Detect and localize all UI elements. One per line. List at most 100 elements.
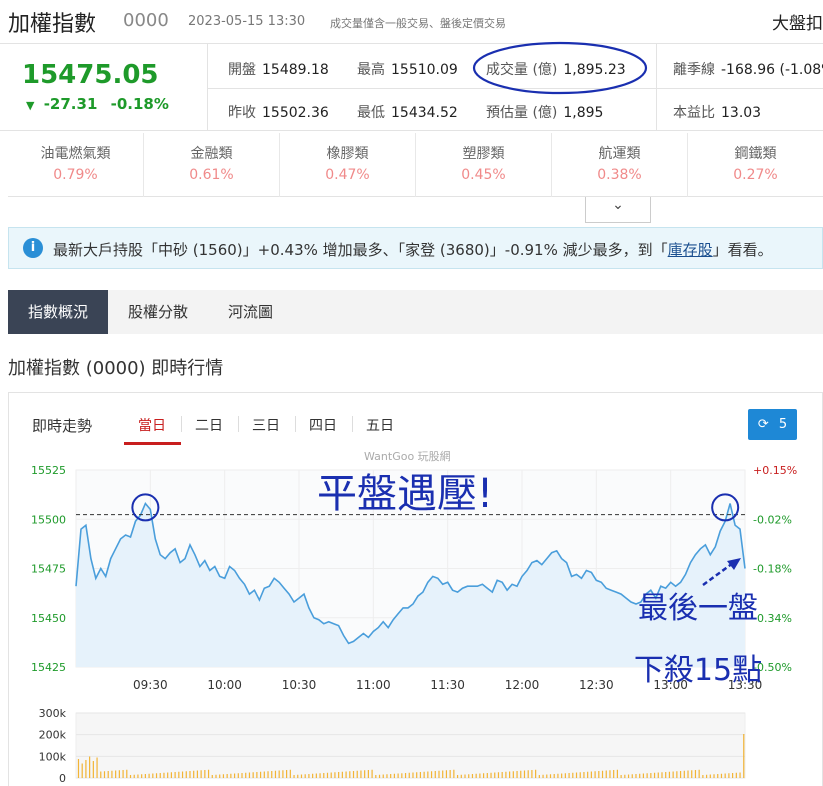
volume-bar <box>181 771 184 778</box>
volume-bar <box>126 769 128 778</box>
volume-bar <box>174 772 176 778</box>
volume-bar <box>516 771 518 778</box>
intraday-chart: 15525 +0.15% 15500 -0.02% 15475 -0.18% 15450 -0… <box>31 464 797 785</box>
volume-bar <box>416 772 418 778</box>
volume-bar <box>713 774 715 778</box>
sector-name: 油電燃氣類 <box>40 146 111 162</box>
volume-bar <box>653 772 656 778</box>
volume-bar <box>505 771 507 778</box>
last-price: 15475.05 <box>22 60 159 90</box>
volume-bar <box>408 772 410 778</box>
volume-bar <box>705 774 708 778</box>
volume-bar <box>141 774 143 778</box>
volume-bar <box>107 771 109 778</box>
volume-bar <box>334 772 336 778</box>
x-tick-label: 10:00 <box>207 678 242 692</box>
volume-bar <box>453 769 455 778</box>
x-tick-label: 09:30 <box>133 678 168 692</box>
volume-bar <box>442 770 444 778</box>
sector-name: 塑膠類 <box>462 146 505 162</box>
right-header-link[interactable]: 大盤扣 <box>772 9 823 34</box>
y-tick-label: 15500 <box>31 513 66 526</box>
volume-bar <box>237 773 239 778</box>
y-tick-label: 15525 <box>31 464 66 477</box>
volume-bar <box>557 773 559 778</box>
sector-card[interactable]: 橡膠類 0.47% <box>280 133 416 197</box>
volume-bar <box>341 771 343 778</box>
tab-day-5[interactable]: 五日 <box>366 415 394 435</box>
volume-bar <box>345 771 347 778</box>
sector-card[interactable]: 油電燃氣類 0.79% <box>8 133 144 197</box>
volume-bar <box>77 759 80 778</box>
tab-day-4[interactable]: 四日 <box>309 415 337 435</box>
active-tab-underline <box>124 442 181 445</box>
refresh-button[interactable]: ⟳ 5 <box>748 409 797 440</box>
x-tick-label: 11:30 <box>430 678 465 692</box>
tab-day-2[interactable]: 二日 <box>195 415 223 435</box>
volume-bar <box>170 772 172 778</box>
volume-bar <box>360 770 362 778</box>
volume-bar <box>378 774 381 778</box>
volume-bar <box>728 773 730 778</box>
volume-bar <box>683 770 685 778</box>
volume-bar <box>419 772 422 778</box>
sector-card[interactable]: 金融類 0.61% <box>144 133 280 197</box>
refresh-icon: ⟳ <box>757 417 769 432</box>
volume-bar <box>297 774 299 778</box>
sector-card[interactable]: 航運類 0.38% <box>552 133 688 197</box>
tab-river-chart[interactable]: 河流圖 <box>208 290 293 334</box>
volume-bar <box>702 775 704 778</box>
expand-sectors-button[interactable]: ⌄ <box>585 197 651 223</box>
sector-card[interactable]: 鋼鐵類 0.27% <box>688 133 823 197</box>
y-pct-tick-label: -0.34% <box>753 612 792 625</box>
volume-bar <box>129 775 132 778</box>
sector-name: 航運類 <box>598 146 641 162</box>
volume-bar <box>531 770 533 778</box>
volume-bar <box>256 772 258 778</box>
volume-bar <box>308 774 310 778</box>
annotation-last-tick-1: 最後一盤 <box>638 591 758 626</box>
volume-bar <box>564 773 566 778</box>
volume-bar <box>720 773 723 778</box>
volume-bar <box>259 771 262 778</box>
annotation-circle-volume <box>472 41 648 95</box>
stat-pe-ratio: 本益比 13.03 <box>673 105 762 121</box>
tab-index-overview[interactable]: 指數概況 <box>8 290 109 334</box>
volume-bar <box>356 770 358 778</box>
volume-bar <box>549 774 552 778</box>
volume-tick-label: 100k <box>39 750 67 763</box>
volume-bar <box>561 773 563 778</box>
volume-bar <box>635 774 637 778</box>
annotation-resistance: 平盤遇壓! <box>317 471 493 517</box>
stat-open: 開盤 15489.18 <box>228 62 329 78</box>
stat-low: 最低 15434.52 <box>357 105 458 121</box>
sector-change: 0.61% <box>189 167 234 183</box>
sector-name: 橡膠類 <box>326 146 369 162</box>
tab-day-1[interactable]: 當日 <box>138 415 166 435</box>
treasury-stock-link[interactable]: 庫存股 <box>668 241 713 259</box>
volume-bar <box>271 771 273 778</box>
volume-bar <box>575 772 578 778</box>
volume-bar <box>219 774 221 778</box>
info-icon: i <box>23 238 43 258</box>
section-title: 加權指數 (0000) 即時行情 <box>8 358 224 379</box>
volume-bar <box>233 773 236 778</box>
tab-day-3[interactable]: 三日 <box>252 415 280 435</box>
volume-bar <box>200 770 202 778</box>
volume-bar <box>196 770 199 778</box>
tab-shareholding[interactable]: 股權分散 <box>108 290 208 334</box>
volume-bar <box>393 773 395 778</box>
change-value: -27.31 <box>43 95 98 113</box>
volume-bar <box>167 772 169 778</box>
volume-bar <box>449 770 451 778</box>
volume-bar <box>300 774 303 778</box>
volume-bar <box>583 772 585 778</box>
volume-bar <box>527 770 529 778</box>
volume-bar <box>92 761 94 778</box>
x-tick-label: 12:30 <box>579 678 614 692</box>
x-tick-label: 12:00 <box>505 678 540 692</box>
volume-bar <box>81 763 83 778</box>
sector-card[interactable]: 塑膠類 0.45% <box>416 133 552 197</box>
volume-bar <box>312 773 314 778</box>
volume-bar <box>207 769 210 778</box>
